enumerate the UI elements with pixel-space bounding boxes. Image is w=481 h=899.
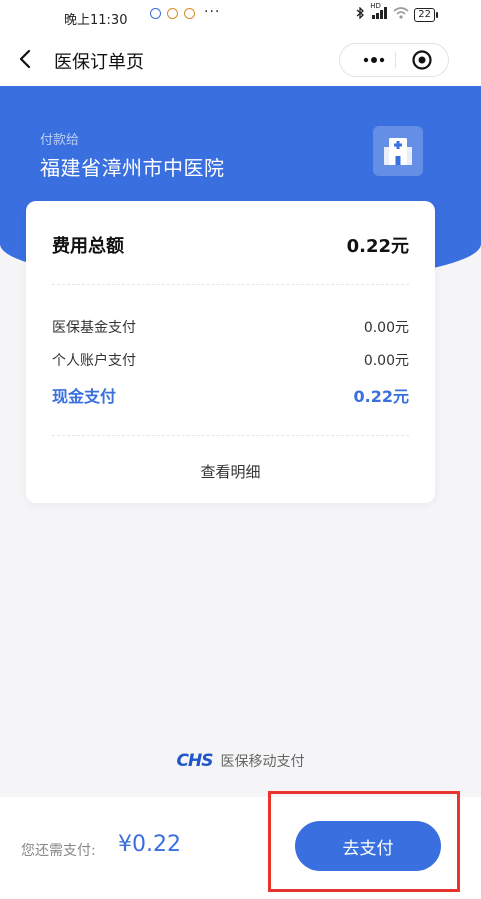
status-time: 晚上11:30	[64, 13, 128, 28]
notification-app-icon	[167, 8, 178, 19]
more-dots-icon	[363, 57, 385, 63]
back-button[interactable]	[14, 47, 38, 71]
close-miniprogram-button[interactable]	[406, 48, 438, 72]
more-menu-button[interactable]	[354, 44, 394, 76]
chevron-left-icon	[19, 49, 31, 69]
cash-payment-value: 0.22元	[353, 387, 409, 406]
amount-due-label: 您还需支付:	[21, 843, 96, 859]
payment-summary-card: 费用总额 0.22元 医保基金支付 0.00元 个人账户支付 0.00元 现金支…	[26, 201, 435, 503]
status-more-dots: ···	[204, 4, 221, 20]
view-details-link[interactable]: 查看明细	[26, 461, 435, 482]
chs-brand-text: 医保移动支付	[220, 754, 305, 770]
insurance-fund-label: 医保基金支付	[52, 320, 136, 336]
capsule-divider	[395, 52, 396, 68]
status-app-icons	[150, 8, 195, 19]
cash-payment-label: 现金支付	[52, 387, 117, 406]
wifi-icon	[393, 7, 409, 22]
highlight-box	[268, 791, 460, 892]
signal-icon: HD	[370, 2, 388, 22]
network-badge: HD	[370, 2, 381, 10]
notification-app-icon	[150, 8, 161, 19]
hospital-building-icon	[373, 126, 423, 176]
pay-to-label: 付款给	[40, 133, 80, 148]
chs-logo: CHS	[176, 751, 214, 771]
insurance-fund-value: 0.00元	[363, 320, 409, 336]
total-fee-value: 0.22元	[346, 236, 409, 257]
bluetooth-icon	[356, 6, 365, 22]
status-right-icons: HD 22	[356, 2, 438, 22]
status-bar: 晚上11:30 ··· HD 22	[0, 0, 481, 34]
page-title: 医保订单页	[54, 52, 144, 73]
personal-account-label: 个人账户支付	[52, 353, 136, 369]
chs-brand: CHS 医保移动支付	[0, 749, 481, 773]
card-divider	[52, 435, 409, 436]
card-divider	[52, 284, 409, 285]
personal-account-value: 0.00元	[363, 353, 409, 369]
total-fee-label: 费用总额	[52, 236, 124, 257]
notification-app-icon	[184, 8, 195, 19]
amount-due-value: ¥0.22	[118, 832, 181, 857]
hospital-name: 福建省漳州市中医院	[40, 156, 225, 180]
battery-icon: 22	[414, 7, 438, 22]
target-close-icon	[412, 50, 432, 70]
miniprogram-capsule	[339, 43, 449, 77]
nav-bar: 医保订单页	[0, 34, 481, 86]
